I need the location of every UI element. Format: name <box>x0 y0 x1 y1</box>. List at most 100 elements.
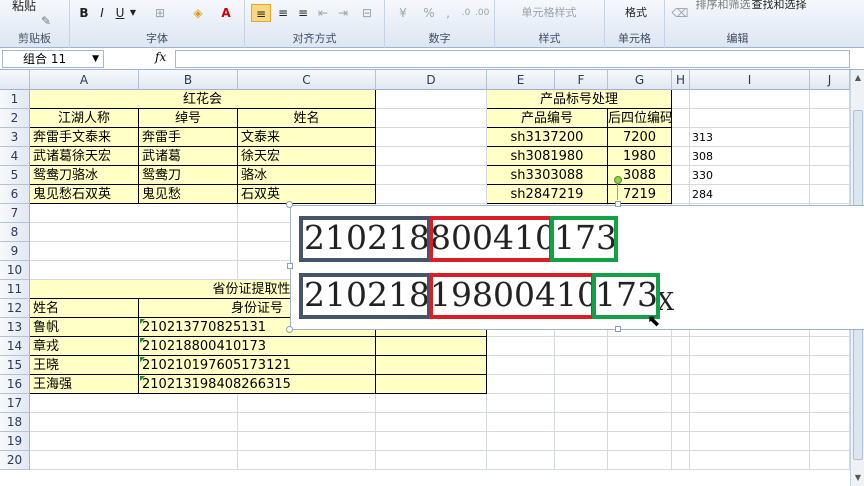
row-header-17[interactable]: 17 <box>0 394 30 413</box>
side-value[interactable]: 330 <box>692 166 742 185</box>
row-header-19[interactable]: 19 <box>0 432 30 451</box>
find-select-button[interactable]: 查找和选择 <box>751 0 807 14</box>
border-icon[interactable]: ⊞ <box>150 4 170 22</box>
column-header-F[interactable]: F <box>555 70 608 90</box>
table-product-code[interactable]: sh3137200 <box>487 128 608 147</box>
table-id-header-name[interactable]: 姓名 <box>30 299 139 318</box>
row-header-6[interactable]: 6 <box>0 185 30 204</box>
row-header-2[interactable]: 2 <box>0 109 30 128</box>
table-product-last4[interactable]: 1980 <box>608 147 672 166</box>
row-header-8[interactable]: 8 <box>0 223 30 242</box>
table-hong-header[interactable]: 江湖人称 <box>30 109 139 128</box>
resize-handle-left[interactable] <box>287 263 293 269</box>
column-header-G[interactable]: G <box>608 70 672 90</box>
row-header-14[interactable]: 14 <box>0 337 30 356</box>
row-header-7[interactable]: 7 <box>0 204 30 223</box>
increase-decimal-icon[interactable]: .0 <box>459 4 473 22</box>
table-id-name[interactable]: 王晓 <box>30 356 139 375</box>
row-header-4[interactable]: 4 <box>0 147 30 166</box>
id-number-diagram[interactable]: 210218 800410 173 210218 19800410 173 X … <box>286 201 864 333</box>
row-header-20[interactable]: 20 <box>0 451 30 470</box>
row-header-18[interactable]: 18 <box>0 413 30 432</box>
row-header-3[interactable]: 3 <box>0 128 30 147</box>
row-header-10[interactable]: 10 <box>0 261 30 280</box>
table-hong-header[interactable]: 姓名 <box>238 109 376 128</box>
row-header-5[interactable]: 5 <box>0 166 30 185</box>
column-header-I[interactable]: I <box>690 70 810 90</box>
scroll-down-icon[interactable]: ▼ <box>853 472 863 484</box>
name-box[interactable]: 组合 11 ▼ <box>2 50 104 68</box>
table-id-name[interactable]: 鲁帆 <box>30 318 139 337</box>
insert-function-icon[interactable]: fx <box>155 50 166 64</box>
decrease-decimal-icon[interactable]: .00 <box>475 4 489 22</box>
table-id-name[interactable]: 王海强 <box>30 375 139 394</box>
percent-button[interactable]: % <box>421 4 437 22</box>
side-value[interactable]: 313 <box>692 128 742 147</box>
table-hong-cell[interactable]: 鬼见愁 <box>139 185 238 204</box>
column-header-E[interactable]: E <box>487 70 555 90</box>
table-id-blank[interactable] <box>376 375 487 394</box>
formula-input[interactable] <box>175 50 850 68</box>
table-product-code[interactable]: sh3081980 <box>487 147 608 166</box>
column-header-D[interactable]: D <box>376 70 487 90</box>
decrease-indent-icon[interactable]: ⇤ <box>313 4 333 22</box>
increase-indent-icon[interactable]: ⇥ <box>333 4 353 22</box>
resize-handle-top[interactable] <box>615 201 621 207</box>
table-hong-cell[interactable]: 石双英 <box>238 185 376 204</box>
font-color-icon[interactable]: A <box>216 4 236 22</box>
rotation-handle-icon[interactable] <box>614 176 622 184</box>
table-id-blank[interactable] <box>376 356 487 375</box>
row-header-11[interactable]: 11 <box>0 280 30 299</box>
row-header-13[interactable]: 13 <box>0 318 30 337</box>
table-hong-cell[interactable]: 鸳鸯刀骆冰 <box>30 166 139 185</box>
table-hong-cell[interactable]: 奔雷手文泰来 <box>30 128 139 147</box>
table-hong-cell[interactable]: 奔雷手 <box>139 128 238 147</box>
table-id-number[interactable]: 210218800410173 <box>139 337 376 356</box>
row-header-16[interactable]: 16 <box>0 375 30 394</box>
underline-button[interactable]: U <box>112 4 128 22</box>
resize-handle-bottom[interactable] <box>615 326 621 332</box>
table-hong-header[interactable]: 绰号 <box>139 109 238 128</box>
row-header-1[interactable]: 1 <box>0 90 30 109</box>
sort-filter-button[interactable]: 排序和筛选 <box>693 0 753 14</box>
scroll-up-icon[interactable]: ▲ <box>853 72 863 84</box>
clear-icon[interactable]: ⌫ <box>669 4 691 22</box>
side-value[interactable]: 284 <box>692 185 742 204</box>
name-box-dropdown-icon[interactable]: ▼ <box>92 51 99 67</box>
table-hong-cell[interactable]: 武诸葛徐天宏 <box>30 147 139 166</box>
table-product-title[interactable]: 产品标号处理 <box>487 90 672 109</box>
table-hong-title[interactable]: 红花会 <box>30 90 376 109</box>
row-header-12[interactable]: 12 <box>0 299 30 318</box>
resize-handle-top-left[interactable] <box>286 201 293 208</box>
table-id-number[interactable]: 210210197605173121 <box>139 356 376 375</box>
table-product-last4[interactable]: 7200 <box>608 128 672 147</box>
row-header-9[interactable]: 9 <box>0 242 30 261</box>
underline-dropdown-icon[interactable]: ▼ <box>128 4 138 22</box>
italic-button[interactable]: I <box>94 4 110 22</box>
table-product-header[interactable]: 产品编号 <box>487 109 608 128</box>
side-value[interactable]: 308 <box>692 147 742 166</box>
table-id-name[interactable]: 章戎 <box>30 337 139 356</box>
cell-styles-button[interactable]: 单元格样式 <box>499 4 599 22</box>
table-hong-cell[interactable]: 鸳鸯刀 <box>139 166 238 185</box>
merge-center-icon[interactable]: ⊟ <box>355 4 379 22</box>
currency-icon[interactable]: ¥ <box>391 4 415 22</box>
table-product-header[interactable]: 后四位编码 <box>608 109 672 128</box>
format-button[interactable]: 格式 <box>613 4 659 22</box>
align-center-icon[interactable]: ≡ <box>273 4 293 22</box>
select-all-corner[interactable] <box>0 70 30 90</box>
comma-button[interactable]: , <box>441 4 455 22</box>
column-header-H[interactable]: H <box>672 70 690 90</box>
align-right-icon[interactable]: ≡ <box>293 4 313 22</box>
table-product-code[interactable]: sh3303088 <box>487 166 608 185</box>
table-hong-cell[interactable]: 徐天宏 <box>238 147 376 166</box>
align-left-icon[interactable]: ≡ <box>251 4 271 22</box>
table-id-blank[interactable] <box>376 337 487 356</box>
table-hong-cell[interactable]: 武诸葛 <box>139 147 238 166</box>
resize-handle-bottom-left[interactable] <box>286 326 293 333</box>
bold-button[interactable]: B <box>76 4 92 22</box>
row-header-15[interactable]: 15 <box>0 356 30 375</box>
column-header-B[interactable]: B <box>139 70 238 90</box>
table-hong-cell[interactable]: 鬼见愁石双英 <box>30 185 139 204</box>
column-header-A[interactable]: A <box>30 70 139 90</box>
